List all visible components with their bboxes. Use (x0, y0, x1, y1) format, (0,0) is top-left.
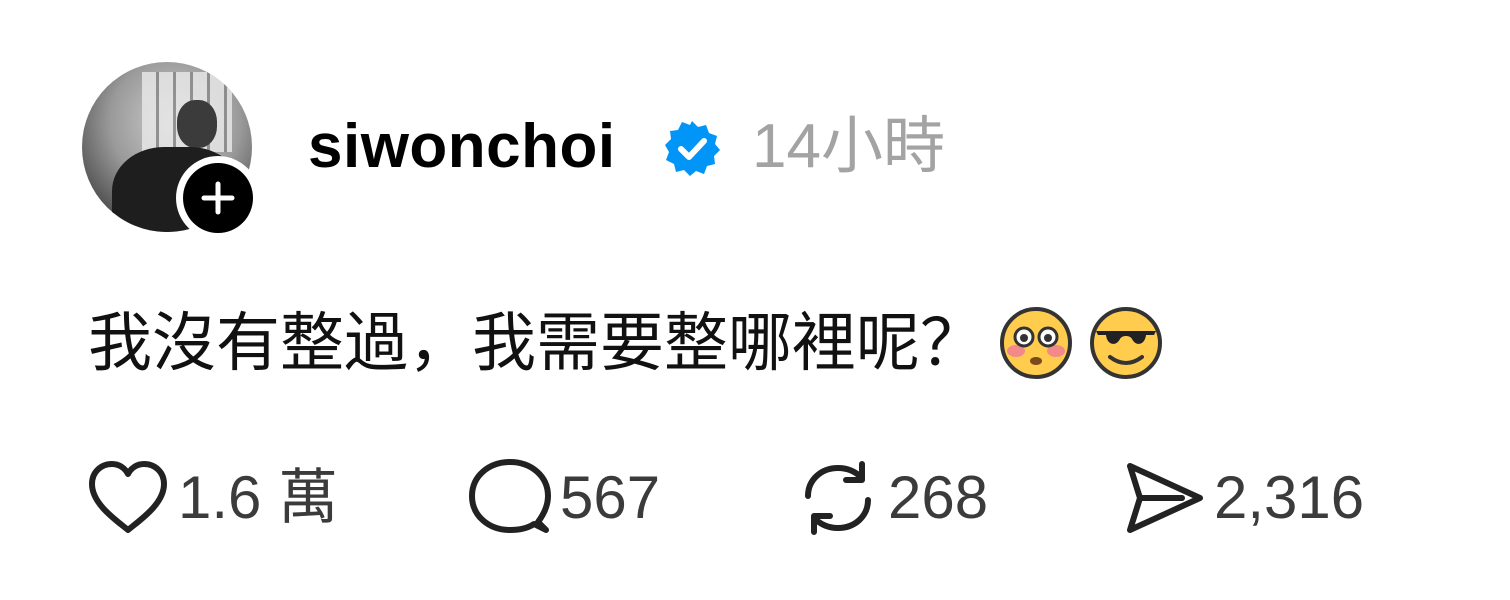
reply-count: 567 (560, 464, 661, 531)
paper-plane-icon (1122, 458, 1206, 538)
post-text: 我沒有整過，我需要整哪裡呢？ (88, 307, 984, 379)
share-count: 2,316 (1214, 464, 1365, 531)
flushed-face-emoji (998, 305, 1074, 381)
verified-badge-icon (662, 118, 722, 178)
like-button[interactable]: 1.6 萬 (86, 458, 468, 538)
share-button[interactable]: 2,316 (1122, 458, 1402, 538)
post-timestamp[interactable]: 14小時 (752, 112, 945, 182)
heart-icon (86, 458, 170, 538)
repost-arrows-icon (796, 458, 880, 538)
smiling-face-with-sunglasses-emoji (1088, 305, 1164, 381)
post-actions: 1.6 萬 567 268 2,316 (86, 458, 1402, 538)
repost-button[interactable]: 268 (796, 458, 1122, 538)
follow-button[interactable] (176, 156, 260, 240)
avatar-head (177, 100, 217, 148)
reply-button[interactable]: 567 (468, 458, 796, 538)
like-count: 1.6 萬 (178, 464, 339, 531)
post-body: 我沒有整過，我需要整哪裡呢？ (88, 305, 1164, 381)
repost-count: 268 (888, 464, 989, 531)
username-link[interactable]: siwonchoi (308, 112, 616, 182)
speech-bubble-icon (468, 458, 552, 538)
plus-icon (183, 163, 253, 233)
